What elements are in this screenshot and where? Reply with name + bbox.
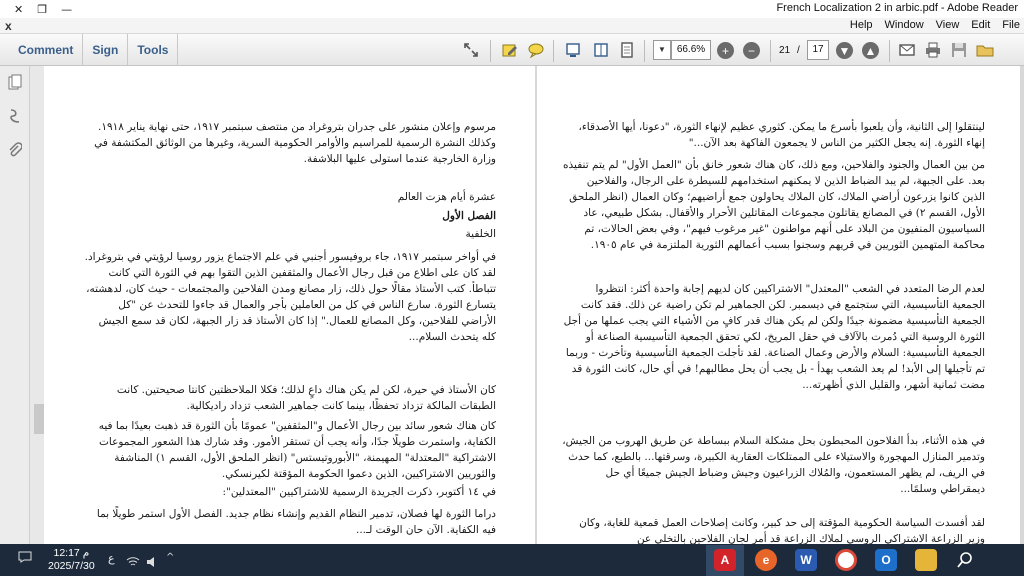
close-document-button[interactable]: x <box>5 19 12 33</box>
highlight-pen-icon[interactable] <box>501 41 519 59</box>
page-number-input[interactable]: 17 <box>807 40 829 60</box>
toolbar: Comment Sign Tools ▼ 66.6% + − 21 / 17 ▼… <box>0 34 1024 66</box>
page-thumbnails-icon[interactable] <box>7 74 23 90</box>
word-taskbar-icon[interactable]: W <box>795 549 817 571</box>
paragraph: في هذه الأثناء، بدأ الفلاحون المحبطون بح… <box>562 435 985 495</box>
attachments-icon[interactable] <box>7 142 23 158</box>
volume-icon[interactable] <box>146 553 160 572</box>
paragraph: لقد أفسدت السياسة الحكومية المؤقتة إلى ح… <box>579 517 985 544</box>
show-hidden-icons-icon[interactable]: ^ <box>166 552 174 563</box>
expand-icon[interactable] <box>462 41 480 59</box>
paragraph: لعدم الرضا المتعدد في الشعب "المعتدل" ال… <box>563 283 985 391</box>
taskbar-clock[interactable]: 12:17 م 2025/7/30 <box>48 547 95 573</box>
restore-window-button[interactable]: ❐ <box>37 3 47 16</box>
minimize-window-button[interactable]: — <box>61 3 72 16</box>
window-title: French Localization 2 in arbic.pdf - Ado… <box>776 2 1018 14</box>
chrome-taskbar-icon[interactable] <box>835 549 857 571</box>
input-language-indicator[interactable]: ع <box>108 552 115 565</box>
previous-page-icon[interactable]: ▲ <box>862 42 879 59</box>
menu-bar: x Help Window View Edit File <box>0 18 1024 34</box>
print-icon[interactable] <box>924 41 942 59</box>
chapter-heading: الفصل الأول <box>442 210 496 222</box>
zoom-dropdown-icon[interactable]: ▼ <box>653 40 671 60</box>
bookmarks-icon[interactable] <box>7 108 23 124</box>
tab-comment[interactable]: Comment <box>0 34 84 66</box>
sticky-note-icon[interactable] <box>527 41 545 59</box>
search-icon[interactable] <box>956 551 974 573</box>
open-folder-icon[interactable] <box>976 41 994 59</box>
title-bar: ✕ ❐ — French Localization 2 in arbic.pdf… <box>0 0 1024 18</box>
clock-date: 2025/7/30 <box>48 560 95 572</box>
pdf-page-right: لينتقلوا إلى الثانية، وأن يلعبوا بأسرع م… <box>537 66 1020 544</box>
clock-time: 12:17 م <box>53 547 90 559</box>
file-explorer-taskbar-icon[interactable] <box>915 549 937 571</box>
close-window-button[interactable]: ✕ <box>14 3 23 16</box>
page-separator: / <box>797 45 800 56</box>
book-title: عشرة أيام هزت العالم <box>397 191 496 203</box>
next-page-icon[interactable]: ▼ <box>836 42 853 59</box>
paragraph: كان الأستاذ في حيرة، لكن لم يكن هناك داع… <box>116 384 496 412</box>
toolbar-separator <box>770 40 771 62</box>
firefox-taskbar-icon[interactable]: e <box>755 549 777 571</box>
toolbar-separator <box>644 40 645 62</box>
paragraph: لينتقلوا إلى الثانية، وأن يلعبوا بأسرع م… <box>578 121 985 149</box>
paragraph: في أواخر سبتمبر ١٩١٧، جاء بروفيسور أجنبي… <box>84 251 496 343</box>
paragraph: كان هناك شعور سائد بين رجال الأعمال و"ال… <box>98 420 496 480</box>
tab-tools[interactable]: Tools <box>128 34 179 66</box>
email-icon[interactable] <box>898 41 916 59</box>
toolbar-separator <box>889 40 890 62</box>
menu-view[interactable]: View <box>936 19 960 31</box>
toolbar-separator <box>553 40 554 62</box>
vertical-scrollbar[interactable] <box>30 66 44 544</box>
menu-help[interactable]: Help <box>850 19 873 31</box>
menu-window[interactable]: Window <box>885 19 924 31</box>
zoom-out-icon[interactable]: − <box>743 42 760 59</box>
paragraph: مرسوم وإعلان منشور على جدران بتروغراد من… <box>94 121 496 165</box>
paragraph: في ١٤ أكتوبر، ذكرت الجريدة الرسمية للاشت… <box>222 486 496 498</box>
paragraph: دراما الثورة لها فصلان، تدمير النظام الق… <box>96 508 496 536</box>
page-current-number: 21 <box>779 45 791 56</box>
zoom-in-icon[interactable]: + <box>717 42 734 59</box>
single-page-view-icon[interactable] <box>564 41 582 59</box>
scrollbar-thumb[interactable] <box>34 404 44 434</box>
menu-edit[interactable]: Edit <box>971 19 990 31</box>
save-icon[interactable] <box>950 41 968 59</box>
zoom-level-input[interactable]: 66.6% <box>671 40 711 60</box>
two-page-view-icon[interactable] <box>592 41 610 59</box>
outlook-taskbar-icon[interactable]: O <box>875 549 897 571</box>
acrobat-taskbar-icon[interactable]: A <box>714 549 736 571</box>
taskbar: 12:17 م 2025/7/30 ع ^ <box>0 544 1024 576</box>
navigation-pane <box>0 66 30 544</box>
pdf-page-left: مرسوم وإعلان منشور على جدران بتروغراد من… <box>44 66 535 544</box>
fit-page-icon[interactable] <box>618 41 636 59</box>
network-wifi-icon[interactable] <box>126 553 140 572</box>
notification-icon[interactable] <box>18 551 32 566</box>
tab-sign[interactable]: Sign <box>83 34 129 66</box>
paragraph: من بين العمال والجنود والفلاحين، ومع ذلك… <box>563 159 985 251</box>
section-heading: الخلفية <box>465 228 496 240</box>
toolbar-separator <box>490 40 491 62</box>
menu-file[interactable]: File <box>1002 19 1020 31</box>
